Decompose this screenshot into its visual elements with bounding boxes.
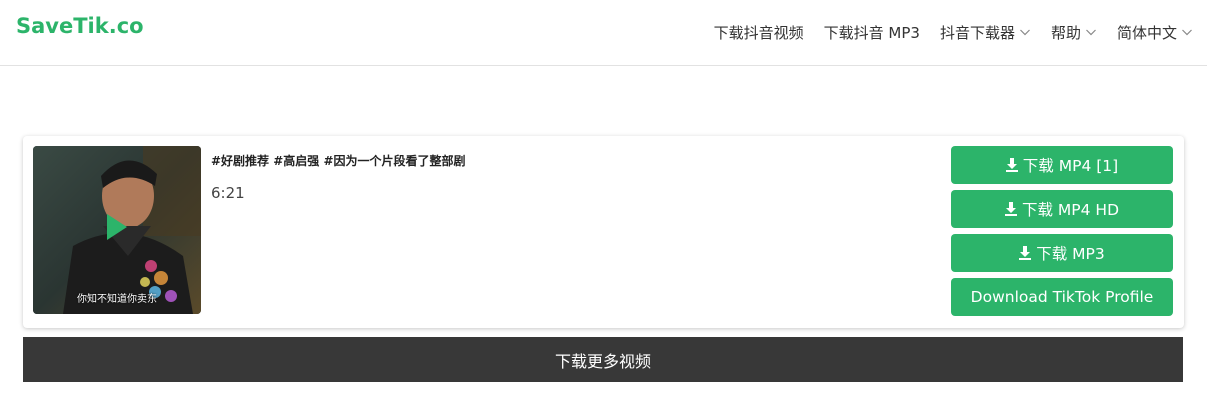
download-icon <box>1004 202 1017 216</box>
chevron-down-icon <box>1085 26 1097 38</box>
play-icon[interactable] <box>105 212 129 242</box>
download-mp3-button[interactable]: 下载 MP3 <box>951 234 1173 272</box>
nav-language-select[interactable]: 简体中文 <box>1117 22 1193 43</box>
nav-download-douyin-video[interactable]: 下载抖音视频 <box>714 22 804 43</box>
nav-douyin-downloader[interactable]: 抖音下载器 <box>940 22 1031 43</box>
nav-label: 下载抖音 MP3 <box>823 23 920 42</box>
download-icon <box>1005 158 1018 172</box>
download-tiktok-profile-button[interactable]: Download TikTok Profile <box>951 278 1173 316</box>
download-mp4-button[interactable]: 下载 MP4 [1] <box>951 146 1173 184</box>
thumbnail-subtitle: 你知不知道你卖东 <box>77 294 157 305</box>
nav-label: 帮助 <box>1050 23 1081 42</box>
nav-label: 简体中文 <box>1116 23 1177 42</box>
button-label: 下载 MP3 <box>1036 245 1105 263</box>
nav-label: 下载抖音视频 <box>713 23 804 42</box>
chevron-down-icon <box>1181 26 1193 38</box>
download-more-videos-button[interactable]: 下载更多视频 <box>23 337 1183 382</box>
main-nav: 下载抖音视频 下载抖音 MP3 抖音下载器 帮助 简体中文 <box>694 21 1193 43</box>
download-icon <box>1019 246 1032 260</box>
download-buttons: 下载 MP4 [1] 下载 MP4 HD 下载 MP3 Download Tik… <box>951 146 1173 322</box>
button-label: Download TikTok Profile <box>970 288 1154 306</box>
video-result-card: 你知不知道你卖东 #好剧推荐 #高启强 #因为一个片段看了整部剧 6:21 下载… <box>23 136 1184 328</box>
button-label: 下载更多视频 <box>554 351 651 371</box>
video-duration: 6:21 <box>211 184 245 202</box>
site-logo[interactable]: SaveTik.co <box>16 14 144 38</box>
video-thumbnail: 你知不知道你卖东 <box>33 146 201 314</box>
nav-download-douyin-mp3[interactable]: 下载抖音 MP3 <box>824 22 920 43</box>
nav-label: 抖音下载器 <box>939 23 1015 42</box>
nav-help[interactable]: 帮助 <box>1051 22 1097 43</box>
site-header: SaveTik.co 下载抖音视频 下载抖音 MP3 抖音下载器 帮助 简体中文 <box>0 0 1207 66</box>
download-mp4-hd-button[interactable]: 下载 MP4 HD <box>951 190 1173 228</box>
chevron-down-icon <box>1019 26 1031 38</box>
button-label: 下载 MP4 [1] <box>1022 157 1119 175</box>
video-title: #好剧推荐 #高启强 #因为一个片段看了整部剧 <box>211 154 466 168</box>
button-label: 下载 MP4 HD <box>1021 201 1120 219</box>
